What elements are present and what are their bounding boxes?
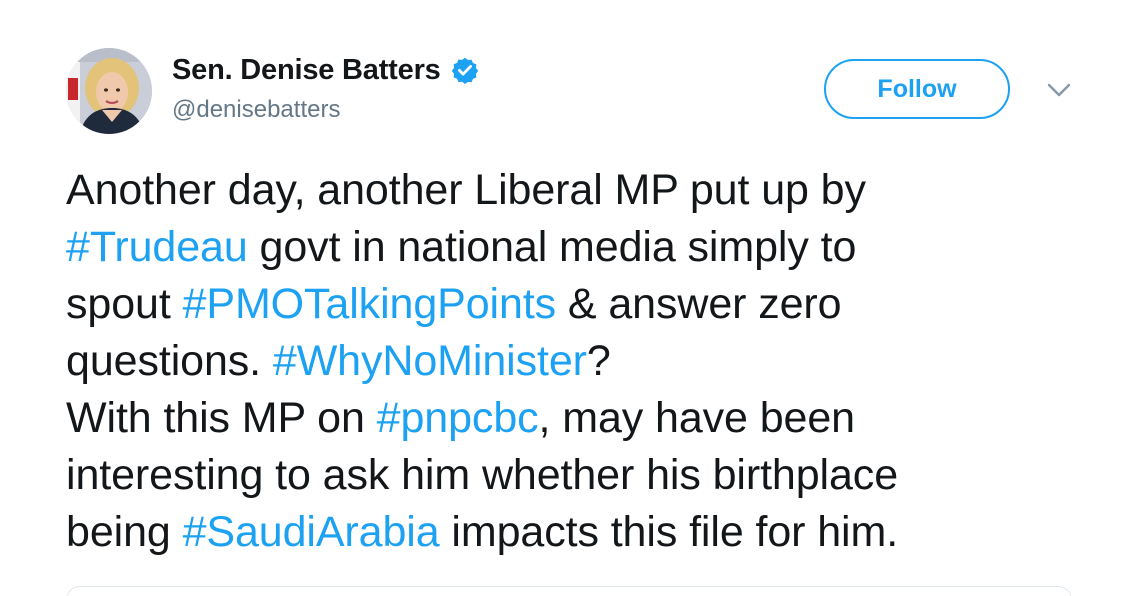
tweet-text-line: interesting to ask him whether his birth… [66,447,1106,504]
tweet-text: Another day, another Liberal MP put up b… [66,162,1106,561]
profile-photo-icon [66,48,152,134]
follow-button[interactable]: Follow [824,59,1010,119]
tweet-text-segment: Another day, another Liberal MP put up b… [66,166,866,214]
tweet-text-line: spout #PMOTalkingPoints & answer zero [66,276,1106,333]
tweet-text-segment: With this MP on [66,394,377,442]
embedded-card-edge [66,586,1072,596]
tweet-text-line: #Trudeau govt in national media simply t… [66,219,1106,276]
tweet-text-segment: questions. [66,337,273,385]
tweet-text-segment: spout [66,280,183,328]
chevron-down-icon[interactable] [1046,80,1072,100]
hashtag-link[interactable]: #pnpcbc [377,394,539,442]
tweet-text-line: questions. #WhyNoMinister? [66,333,1106,390]
tweet-text-segment: , may have been [538,394,856,442]
verified-badge-icon [451,56,479,84]
hashtag-link[interactable]: #SaudiArabia [183,508,440,556]
author-avatar[interactable] [66,48,152,134]
tweet-text-line: With this MP on #pnpcbc, may have been [66,390,1106,447]
hashtag-link[interactable]: #WhyNoMinister [273,337,587,385]
tweet-card: Sen. Denise Batters @denisebatters Follo… [0,0,1134,596]
author-name-row[interactable]: Sen. Denise Batters [172,52,479,88]
tweet-text-line: being #SaudiArabia impacts this file for… [66,504,1106,561]
tweet-text-segment: being [66,508,183,556]
hashtag-link[interactable]: #Trudeau [66,223,248,271]
tweet-text-segment: ? [586,337,611,385]
tweet-text-segment: govt in national media simply to [247,223,857,271]
tweet-text-segment: interesting to ask him whether his birth… [66,451,899,499]
author-display-name[interactable]: Sen. Denise Batters [172,54,441,87]
hashtag-link[interactable]: #PMOTalkingPoints [183,280,557,328]
tweet-text-line: Another day, another Liberal MP put up b… [66,162,1106,219]
tweet-text-segment: & answer zero [556,280,842,328]
tweet-text-segment: impacts this file for him. [439,508,899,556]
author-handle[interactable]: @denisebatters [172,96,340,124]
